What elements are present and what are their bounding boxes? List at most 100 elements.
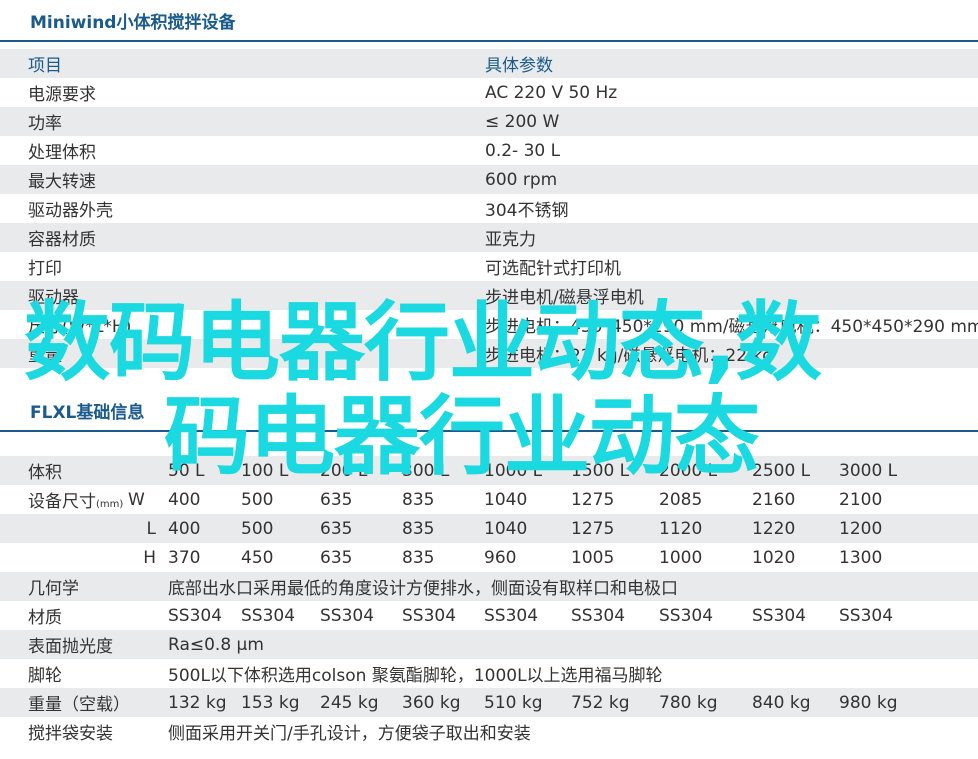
cell: 1040 <box>484 514 571 543</box>
row-text: 底部出水口采用最低的角度设计方便排水，侧面设有取样口和电极口 <box>168 572 978 601</box>
cell: SS304 <box>571 605 626 626</box>
cell: 245 kg <box>320 688 402 717</box>
table-row: 驱动器外壳 304不锈钢 <box>0 194 978 223</box>
table-row: 电源要求 AC 220 V 50 Hz <box>0 78 978 107</box>
row-value: 可选配针式打印机 <box>485 259 621 279</box>
overlay-headline-line2: 码电器行业动态 <box>164 387 760 487</box>
cell: SS304 <box>402 605 457 626</box>
cell: SS304 <box>659 605 714 626</box>
cell: 1275 <box>571 514 659 543</box>
section-title-miniwind: Miniwind小体积搅拌设备 <box>30 13 236 33</box>
cell: 370 <box>168 547 201 568</box>
table-row-casters: 脚轮 500L以下体积选用colson 聚氨酯脚轮，1000L以上选用福马脚轮 <box>0 659 978 688</box>
cell: 153 kg <box>241 688 320 717</box>
table-row: 功率 ≤ 200 W <box>0 107 978 136</box>
section-divider-1 <box>0 40 978 42</box>
row-label: 几何学 <box>0 572 168 601</box>
row-label: 脚轮 <box>28 666 62 686</box>
header-cell-param: 具体参数 <box>457 49 978 78</box>
row-label: 表面抛光度 <box>0 630 168 659</box>
cell: 2160 <box>752 489 796 510</box>
cell: 1020 <box>752 547 796 568</box>
cell: 500 <box>241 489 274 510</box>
cell: 635 <box>320 489 353 510</box>
row-label <box>0 543 128 572</box>
table-row-geometry: 几何学 底部出水口采用最低的角度设计方便排水，侧面设有取样口和电极口 <box>0 572 978 601</box>
unit-label: (mm) <box>96 499 124 510</box>
cell: 960 <box>484 547 517 568</box>
cell: SS304 <box>241 605 296 626</box>
cell: 1200 <box>839 514 978 543</box>
cell: 780 kg <box>659 688 752 717</box>
header-cell-item: 项目 <box>0 49 457 78</box>
table-row-bag: 搅拌袋安装 侧面采用开关门/手孔设计，方便袋子取出和安装 <box>0 717 978 746</box>
row-label: 驱动器外壳 <box>28 201 113 221</box>
row-label: 电源要求 <box>28 85 96 105</box>
cell: 510 kg <box>484 688 571 717</box>
row-value: AC 220 V 50 Hz <box>485 82 618 103</box>
cell: 1040 <box>484 489 528 510</box>
row-value: 0.2- 30 L <box>485 140 561 161</box>
row-label: 设备尺寸(mm) <box>0 485 128 514</box>
row-value: 304不锈钢 <box>485 201 569 221</box>
cell: 500 <box>241 514 320 543</box>
row-label: 处理体积 <box>28 143 96 163</box>
table-row: 打印 可选配针式打印机 <box>0 252 978 281</box>
table-row-size-h: H 370 450 635 835 960 1005 1000 1020 130… <box>0 543 978 572</box>
cell: SS304 <box>484 605 539 626</box>
row-label: 重量（空载） <box>0 688 168 717</box>
cell: 635 <box>320 514 402 543</box>
row-text: 500L以下体积选用colson 聚氨酯脚轮，1000L以上选用福马脚轮 <box>168 666 663 686</box>
cell: 835 <box>402 514 484 543</box>
cell: SS304 <box>839 605 894 626</box>
row-label <box>0 514 128 543</box>
table-row: 容器材质 亚克力 <box>0 223 978 252</box>
cell: 2100 <box>839 489 883 510</box>
cell: 1300 <box>839 547 883 568</box>
row-value: 亚克力 <box>457 223 978 252</box>
row-label: 容器材质 <box>0 223 457 252</box>
cell: 1220 <box>752 514 839 543</box>
overlay-headline-line1: 数码电器行业动态,数 <box>24 293 822 393</box>
cell: 1000 <box>659 547 703 568</box>
table-row-size-l: L 400 500 635 835 1040 1275 1120 1220 12… <box>0 514 978 543</box>
cell: 360 kg <box>402 688 484 717</box>
cell: 635 <box>320 547 353 568</box>
row-label: 搅拌袋安装 <box>28 724 113 744</box>
row-label: 最大转速 <box>0 165 457 194</box>
table-header-row: 项目 具体参数 <box>0 49 978 78</box>
cell: SS304 <box>168 605 223 626</box>
cell: 1005 <box>571 547 615 568</box>
section-title-flxl: FLXL基础信息 <box>30 403 145 423</box>
table-row: 最大转速 600 rpm <box>0 165 978 194</box>
row-label: 打印 <box>28 259 62 279</box>
table-row-material: 材质 SS304 SS304 SS304 SS304 SS304 SS304 S… <box>0 601 978 630</box>
cell: 752 kg <box>571 688 659 717</box>
row-value: ≤ 200 W <box>457 107 978 136</box>
cell: 3000 L <box>839 456 978 485</box>
sub-label: W <box>128 489 145 510</box>
cell: 1275 <box>571 489 615 510</box>
cell: 835 <box>402 547 435 568</box>
flxl-table: 体积 50 L 100 L 200 L 300 L 1000 L 1500 L … <box>0 456 978 746</box>
cell: 400 <box>168 489 201 510</box>
row-text: Ra≤0.8 μm <box>168 630 978 659</box>
row-label: 材质 <box>28 608 62 628</box>
row-label: 功率 <box>0 107 457 136</box>
row-label: 体积 <box>0 456 168 485</box>
sub-label: H <box>143 547 156 568</box>
table-row: 处理体积 0.2- 30 L <box>0 136 978 165</box>
cell: SS304 <box>320 605 375 626</box>
row-text: 侧面采用开关门/手孔设计，方便袋子取出和安装 <box>168 724 531 744</box>
cell: 835 <box>402 489 435 510</box>
row-value: 600 rpm <box>457 165 978 194</box>
cell: 400 <box>168 514 241 543</box>
cell: 980 kg <box>839 688 978 717</box>
cell: 840 kg <box>752 688 839 717</box>
row-label-text: 设备尺寸 <box>28 492 96 512</box>
cell: SS304 <box>752 605 807 626</box>
cell: 1120 <box>659 514 752 543</box>
table-row-weight: 重量（空载） 132 kg 153 kg 245 kg 360 kg 510 k… <box>0 688 978 717</box>
cell: 450 <box>241 547 274 568</box>
table-row-polish: 表面抛光度 Ra≤0.8 μm <box>0 630 978 659</box>
